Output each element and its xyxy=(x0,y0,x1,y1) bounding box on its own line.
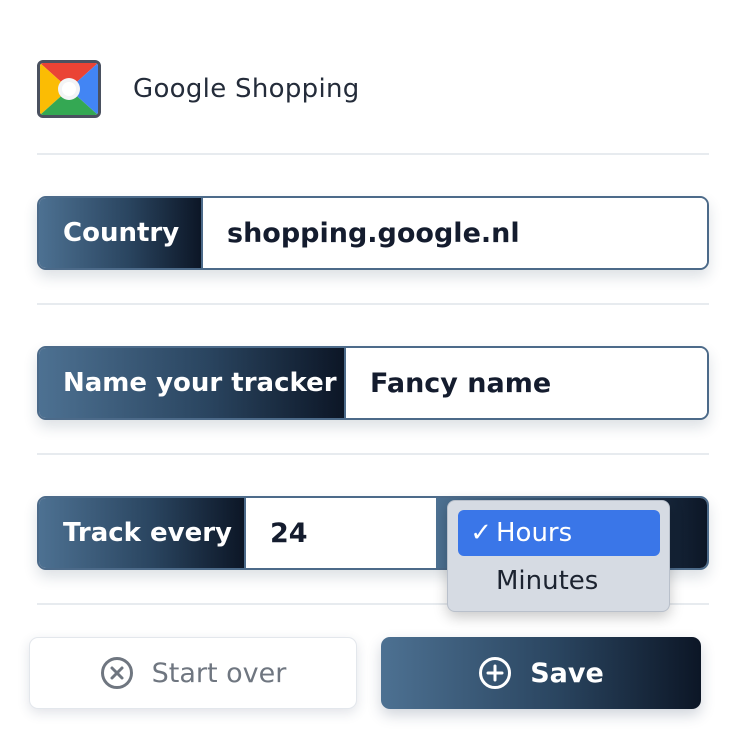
interval-unit-dropdown[interactable]: ✓ Hours Minutes xyxy=(447,500,670,612)
checkmark-icon: ✓ xyxy=(470,518,492,548)
tracker-name-field[interactable]: Name your tracker Fancy name xyxy=(37,346,709,420)
google-shopping-logo xyxy=(37,60,101,118)
save-button[interactable]: Save xyxy=(381,637,701,709)
country-field[interactable]: Country shopping.google.nl xyxy=(37,196,709,270)
tracker-name-label: Name your tracker xyxy=(39,348,344,418)
divider xyxy=(37,303,709,305)
divider xyxy=(37,153,709,155)
dropdown-option-hours[interactable]: ✓ Hours xyxy=(458,510,660,556)
tracker-name-input[interactable]: Fancy name xyxy=(344,348,707,418)
option-label: Hours xyxy=(496,518,573,548)
site-title: Google Shopping xyxy=(133,74,360,104)
start-over-label: Start over xyxy=(151,657,287,689)
close-circle-icon xyxy=(100,656,134,690)
save-label: Save xyxy=(530,657,604,689)
dropdown-option-minutes[interactable]: Minutes xyxy=(458,558,660,604)
option-label: Minutes xyxy=(496,566,599,596)
track-every-label: Track every xyxy=(39,498,244,568)
header: Google Shopping xyxy=(37,60,360,118)
country-value[interactable]: shopping.google.nl xyxy=(201,198,707,268)
plus-circle-icon xyxy=(478,656,512,690)
divider xyxy=(37,453,709,455)
country-label: Country xyxy=(39,198,201,268)
start-over-button[interactable]: Start over xyxy=(29,637,357,709)
interval-input[interactable]: 24 xyxy=(244,498,436,568)
